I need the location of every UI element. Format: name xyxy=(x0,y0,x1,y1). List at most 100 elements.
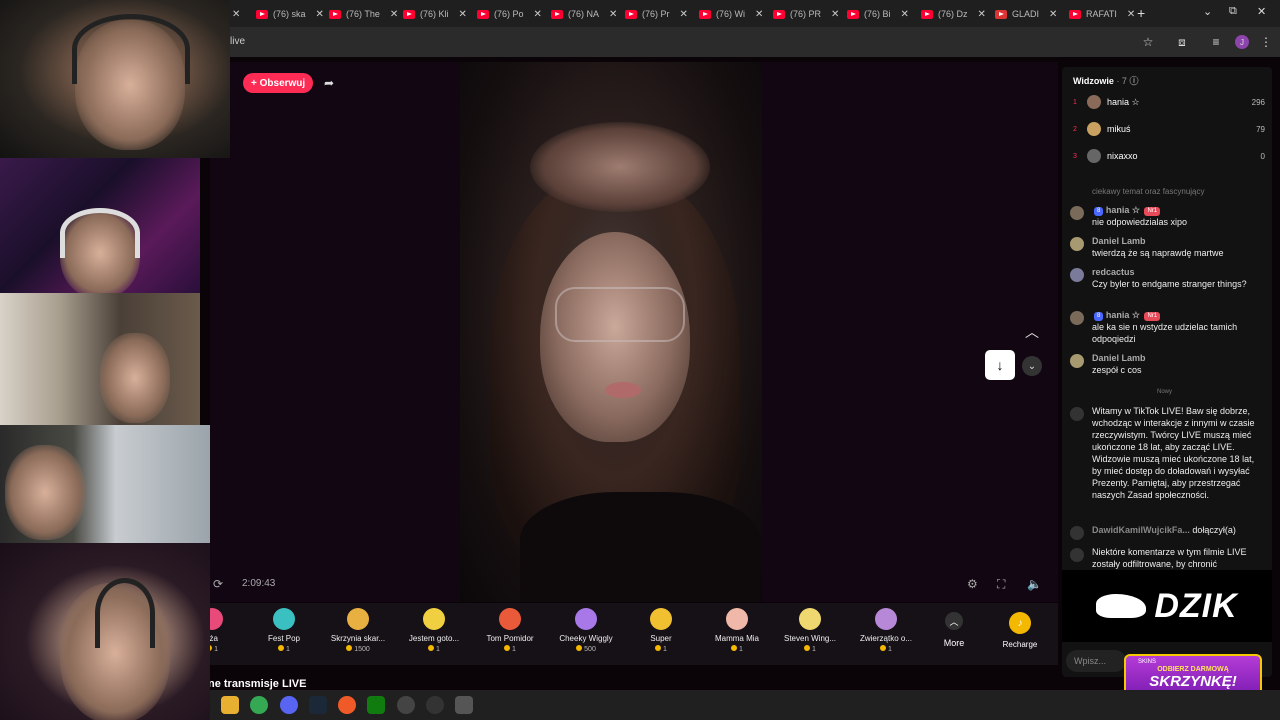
new-tab-button[interactable]: + xyxy=(1137,5,1145,21)
volume-icon[interactable]: 🔈 xyxy=(1027,577,1042,591)
close-icon[interactable]: ✕ xyxy=(1049,9,1057,20)
chat-message[interactable]: Daniel Lamb zespół c cos xyxy=(1070,352,1260,376)
xbox-icon[interactable] xyxy=(367,696,385,714)
boar-icon xyxy=(1096,594,1147,618)
follow-button[interactable]: + Obserwuj xyxy=(243,73,314,93)
settings-icon[interactable] xyxy=(455,696,473,714)
browser-tab[interactable]: (76) Wi ✕ xyxy=(699,4,763,24)
tab-label: (76) Po xyxy=(494,9,524,19)
info-icon[interactable]: ⓘ xyxy=(1129,76,1138,86)
share-icon[interactable]: ➦ xyxy=(324,76,334,90)
browser-tab[interactable]: (76) ska ✕ xyxy=(256,4,324,24)
app-icon[interactable] xyxy=(397,696,415,714)
avatar xyxy=(1087,149,1101,163)
browser-tab[interactable]: (76) Bi ✕ xyxy=(847,4,909,24)
recharge-button[interactable]: ♪ Recharge xyxy=(995,612,1045,649)
chat-input[interactable]: Wpisz... xyxy=(1066,650,1126,672)
browser-tab[interactable]: RAFATI ✕ xyxy=(1069,4,1135,24)
tab-close-partial[interactable]: ✕ xyxy=(232,4,240,24)
close-icon[interactable]: ✕ xyxy=(680,9,688,20)
tab-label: (76) Dz xyxy=(938,9,968,19)
elapsed-time: 2:09:43 xyxy=(242,578,276,589)
viewer-row[interactable]: 1 hania ☆ 296 xyxy=(1073,94,1265,110)
close-icon[interactable]: ✕ xyxy=(459,9,467,20)
browser-tab[interactable]: (76) NA ✕ xyxy=(551,4,617,24)
address-field[interactable]: live xyxy=(230,36,245,47)
browser-tab[interactable]: (76) PR ✕ xyxy=(773,4,839,24)
chevron-down-icon[interactable]: ⌄ xyxy=(1203,5,1212,18)
browser-tab[interactable]: (76) Dz ✕ xyxy=(921,4,986,24)
media-icon[interactable]: ≡ xyxy=(1207,33,1225,51)
browser-tab[interactable]: (76) Po ✕ xyxy=(477,4,542,24)
coin-icon: ♪ xyxy=(1009,612,1031,634)
steam-icon[interactable] xyxy=(309,696,327,714)
extensions-icon[interactable]: ⧈ xyxy=(1173,33,1191,51)
next-video-button[interactable]: ↓ xyxy=(985,350,1015,380)
gift-icon xyxy=(273,608,295,630)
close-icon[interactable]: ✕ xyxy=(1127,9,1135,20)
section-title: ne transmisje LIVE xyxy=(208,678,307,690)
webcam-streamer-2 xyxy=(0,158,200,293)
gift-item[interactable]: Jestem goto... 1 xyxy=(394,608,474,653)
gift-item[interactable]: Super 1 xyxy=(621,608,701,653)
file-explorer-icon[interactable] xyxy=(221,696,239,714)
youtube-icon xyxy=(773,9,785,19)
gift-item[interactable]: Mamma Mia 1 xyxy=(697,608,777,653)
viewer-row[interactable]: 2 mikuś 79 xyxy=(1073,121,1265,137)
new-separator: Nowy xyxy=(1157,389,1173,395)
chevron-down-icon[interactable]: ⌄ xyxy=(1022,356,1042,376)
browser-tab[interactable]: (76) Kli ✕ xyxy=(403,4,467,24)
tab-label: (76) ska xyxy=(273,9,306,19)
avatar xyxy=(1070,237,1084,251)
tiktok-icon xyxy=(1070,407,1084,421)
avatar xyxy=(1070,206,1084,220)
profile-avatar[interactable]: J xyxy=(1233,33,1251,51)
webcam-streamer-5 xyxy=(0,543,210,720)
browser-tab[interactable]: GLADI ✕ xyxy=(995,4,1057,24)
ea-icon[interactable] xyxy=(338,696,356,714)
settings-icon[interactable]: ⚙ xyxy=(967,577,978,591)
refresh-icon[interactable]: ⟳ xyxy=(213,577,223,591)
gift-item[interactable]: Cheeky Wiggly 500 xyxy=(546,608,626,653)
close-icon[interactable]: ✕ xyxy=(316,9,324,20)
gift-icon xyxy=(423,608,445,630)
close-icon[interactable]: ✕ xyxy=(755,9,763,20)
live-video[interactable] xyxy=(460,62,762,602)
close-icon[interactable]: ✕ xyxy=(534,9,542,20)
avatar xyxy=(1070,268,1084,282)
close-icon[interactable]: ✕ xyxy=(901,9,909,20)
gift-icon xyxy=(499,608,521,630)
more-vert-icon[interactable]: ⋮ xyxy=(1257,33,1275,51)
browser-tab[interactable]: (76) The ✕ xyxy=(329,4,398,24)
discord-icon[interactable] xyxy=(280,696,298,714)
chat-message[interactable]: 8 hania ☆ Nr1 ale ka sie n wstydze udziel… xyxy=(1070,309,1260,345)
more-gifts-button[interactable]: ︿ More xyxy=(940,612,968,648)
viewer-row[interactable]: 3 nixaxxo 0 xyxy=(1073,148,1265,164)
chrome-icon[interactable] xyxy=(250,696,268,714)
avatar xyxy=(1070,311,1084,325)
fullscreen-icon[interactable]: ⛶ xyxy=(997,577,1005,592)
tab-label: (76) PR xyxy=(790,9,822,19)
chat-message[interactable]: Daniel Lamb twierdzą że są naprawdę martw… xyxy=(1070,235,1260,259)
obs-icon[interactable] xyxy=(426,696,444,714)
chat-message[interactable]: redcactus Czy byler to endgame stranger t… xyxy=(1070,266,1260,290)
chat-message[interactable]: 8 hania ☆ Nr1 nie odpowiedzialas xipo xyxy=(1070,204,1260,228)
gift-item[interactable]: Tom Pomidor 1 xyxy=(470,608,550,653)
youtube-icon xyxy=(1069,9,1081,19)
bookmark-star-icon[interactable]: ☆ xyxy=(1139,33,1157,51)
close-icon[interactable]: ✕ xyxy=(831,9,839,20)
browser-tab[interactable]: (76) Pr ✕ xyxy=(625,4,688,24)
gift-item[interactable]: Steven Wing... 1 xyxy=(770,608,850,653)
tab-label: (76) Bi xyxy=(864,9,891,19)
gift-item[interactable]: Zwierzątko o... 1 xyxy=(846,608,926,653)
gift-item[interactable]: Skrzynia skar... 1500 xyxy=(318,608,398,653)
youtube-icon xyxy=(551,9,563,19)
filter-notice: Niektóre komentarze w tym filmie LIVE zo… xyxy=(1070,546,1260,570)
close-icon[interactable]: ✕ xyxy=(978,9,986,20)
close-icon[interactable]: ✕ xyxy=(609,9,617,20)
restore-icon[interactable]: ⧉ xyxy=(1229,5,1237,18)
close-icon[interactable]: ✕ xyxy=(390,9,398,20)
close-window-icon[interactable]: ✕ xyxy=(1257,5,1266,18)
chevron-up-icon[interactable]: ︿ xyxy=(1025,322,1039,342)
gift-item[interactable]: Fest Pop 1 xyxy=(244,608,324,653)
